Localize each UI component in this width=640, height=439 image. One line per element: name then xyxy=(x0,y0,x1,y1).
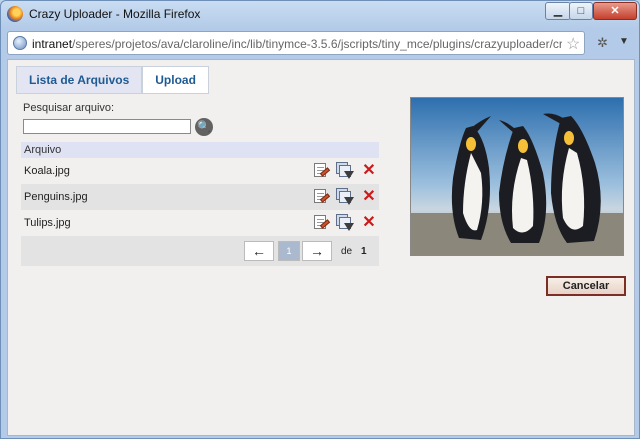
edit-icon[interactable] xyxy=(312,214,331,232)
table-header: Arquivo xyxy=(21,142,379,158)
page-total: 1 xyxy=(361,246,367,257)
delete-icon[interactable]: ✕ xyxy=(360,214,378,232)
insert-icon[interactable] xyxy=(336,188,354,206)
pagination: ← 1 → de 1 xyxy=(21,236,379,266)
tab-file-list[interactable]: Lista de Arquivos xyxy=(16,66,143,94)
dialog-content: Lista de Arquivos Upload Pesquisar arqui… xyxy=(7,59,635,436)
cancel-button[interactable]: Cancelar xyxy=(546,276,626,296)
minimize-button[interactable]: ▁ xyxy=(545,2,571,20)
file-name: Penguins.jpg xyxy=(24,191,88,203)
search-input[interactable] xyxy=(23,119,191,134)
page-of-label: de xyxy=(341,246,353,257)
file-name: Tulips.jpg xyxy=(24,217,71,229)
url-path: /speres/projetos/ava/claroline/inc/lib/t… xyxy=(72,37,562,51)
chevron-down-icon[interactable]: ▼ xyxy=(619,36,629,47)
insert-icon[interactable] xyxy=(336,214,354,232)
table-row: Koala.jpg ✕ xyxy=(21,158,379,184)
current-page-button[interactable]: 1 xyxy=(278,241,300,261)
table-row: Tulips.jpg ✕ xyxy=(21,210,379,236)
addon-icon[interactable]: ✲ xyxy=(597,35,608,51)
next-page-button[interactable]: → xyxy=(302,241,332,261)
address-bar[interactable]: intranet/speres/projetos/ava/claroline/i… xyxy=(7,31,585,55)
image-preview xyxy=(410,97,624,256)
tab-bar: Lista de Arquivos Upload xyxy=(16,66,209,94)
maximize-button[interactable]: □ xyxy=(569,2,593,20)
close-button[interactable]: ✕ xyxy=(593,2,637,20)
bookmark-star-icon[interactable]: ☆ xyxy=(566,34,580,54)
globe-icon xyxy=(13,36,27,50)
edit-icon[interactable] xyxy=(312,162,331,180)
firefox-icon xyxy=(7,6,23,22)
search-label: Pesquisar arquivo: xyxy=(23,102,115,114)
maximize-icon: □ xyxy=(577,5,585,17)
insert-icon[interactable] xyxy=(336,162,354,180)
prev-page-button[interactable]: ← xyxy=(244,241,274,261)
edit-icon[interactable] xyxy=(312,188,331,206)
url-host: intranet xyxy=(32,37,73,51)
browser-window: Crazy Uploader - Mozilla Firefox ▁ □ ✕ i… xyxy=(0,0,640,439)
window-title: Crazy Uploader - Mozilla Firefox xyxy=(29,7,201,21)
file-name: Koala.jpg xyxy=(24,165,70,177)
file-table: Arquivo Koala.jpg ✕ Penguins.jpg ✕ Tulip… xyxy=(21,142,379,236)
url-text: intranet/speres/projetos/ava/claroline/i… xyxy=(32,37,562,51)
delete-icon[interactable]: ✕ xyxy=(360,188,378,206)
search-icon[interactable]: 🔍 xyxy=(195,118,213,136)
tab-upload[interactable]: Upload xyxy=(142,66,209,94)
title-bar: Crazy Uploader - Mozilla Firefox ▁ □ ✕ xyxy=(1,1,639,27)
table-row: Penguins.jpg ✕ xyxy=(21,184,379,210)
minimize-icon: ▁ xyxy=(553,5,563,17)
delete-icon[interactable]: ✕ xyxy=(360,162,378,180)
